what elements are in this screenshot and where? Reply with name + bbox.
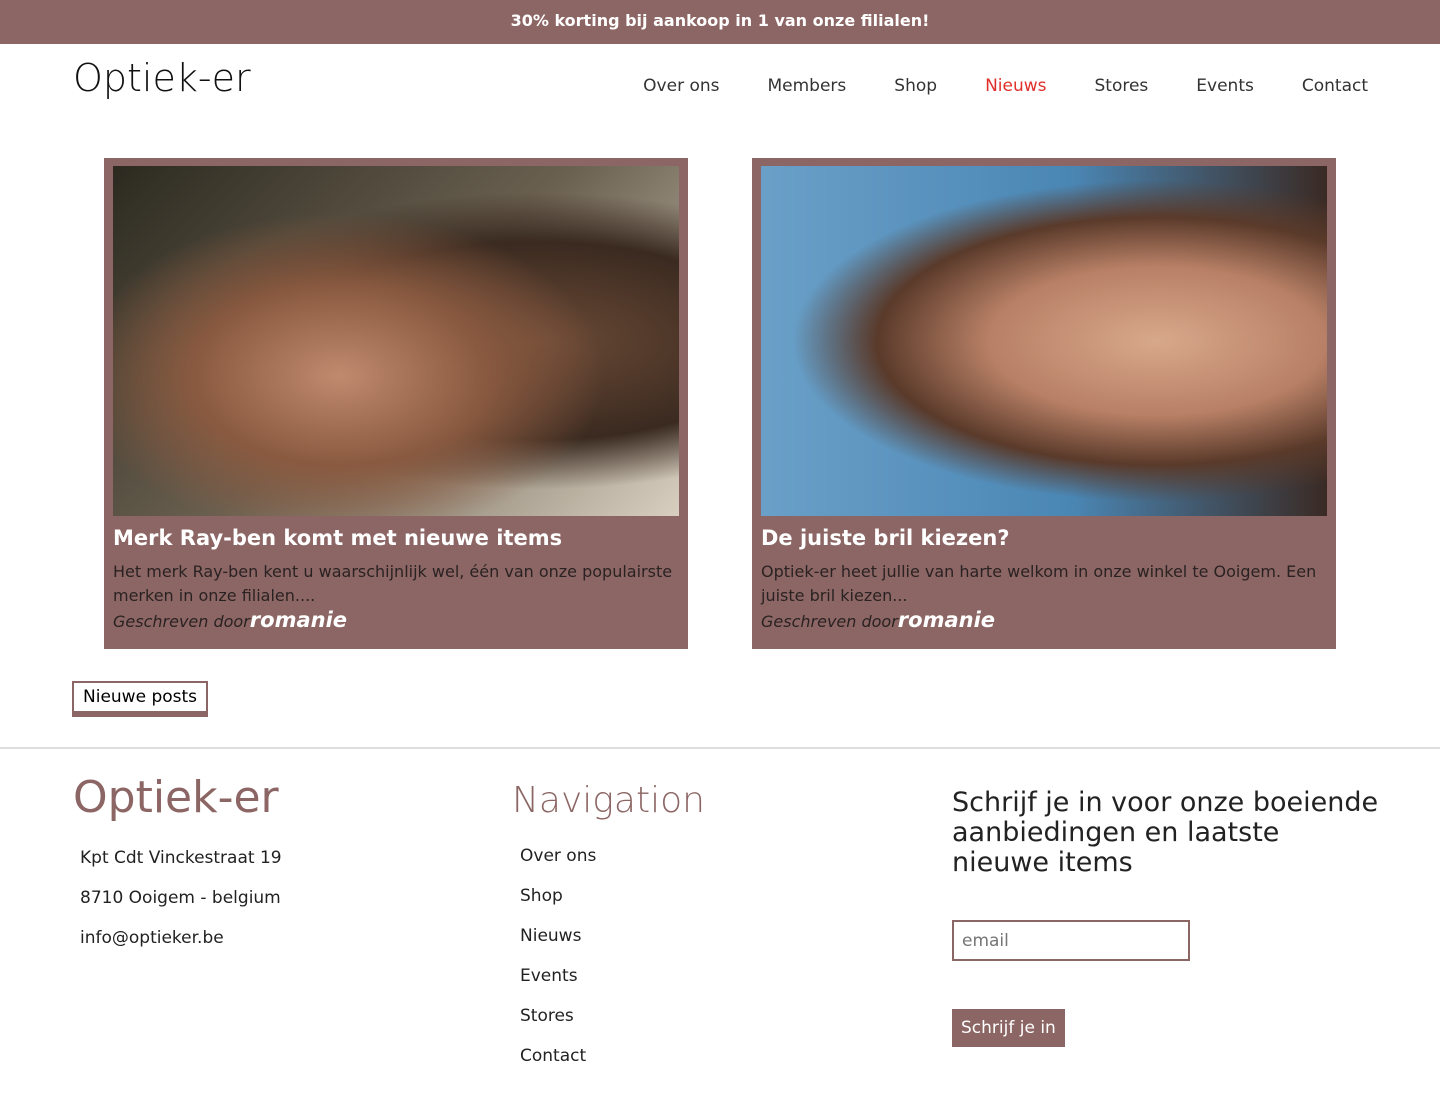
post-byline: Geschreven doorromanie [761,608,1327,632]
nav-over-ons[interactable]: Over ons [643,76,719,96]
subscribe-title: Schrijf je in voor onze boeiende aanbied… [952,787,1379,878]
byline-label: Geschreven door [113,612,250,631]
footer-nav-stores[interactable]: Stores [520,996,596,1036]
post-excerpt: Optiek-er heet jullie van harte welkom i… [761,562,1317,605]
footer-address: Kpt Cdt Vinckestraat 19 8710 Ooigem - be… [80,838,282,958]
post-excerpt: Het merk Ray-ben kent u waarschijnlijk w… [113,562,673,605]
address-street: Kpt Cdt Vinckestraat 19 [80,848,282,868]
main-nav: Over ons Members Shop Nieuws Stores Even… [643,76,1368,96]
footer-nav-nieuws[interactable]: Nieuws [520,916,596,956]
footer-nav-shop[interactable]: Shop [520,876,596,916]
nav-events[interactable]: Events [1196,76,1254,96]
post-card[interactable]: Merk Ray-ben komt met nieuwe items Het m… [104,158,688,649]
post-card[interactable]: De juiste bril kiezen? Optiek-er heet ju… [752,158,1336,649]
post-author: romanie [897,608,996,632]
promo-banner: 30% korting bij aankoop in 1 van onze fi… [0,0,1440,44]
post-image[interactable] [113,166,679,516]
nav-shop[interactable]: Shop [894,76,937,96]
nav-members[interactable]: Members [768,76,847,96]
footer-divider [0,747,1440,749]
nav-nieuws[interactable]: Nieuws [985,76,1046,96]
footer-nav-over-ons[interactable]: Over ons [520,836,596,876]
nav-contact[interactable]: Contact [1302,76,1368,96]
nav-stores[interactable]: Stores [1095,76,1149,96]
post-image[interactable] [761,166,1327,516]
footer-nav-title: Navigation [512,780,705,821]
address-city: 8710 Ooigem - belgium [80,888,281,908]
new-posts-button[interactable]: Nieuwe posts [72,681,209,717]
byline-label: Geschreven door [761,612,898,631]
footer-nav-contact[interactable]: Contact [520,1036,596,1076]
post-title[interactable]: De juiste bril kiezen? [761,526,1327,550]
footer-nav-events[interactable]: Events [520,956,596,996]
post-byline: Geschreven doorromanie [113,608,679,632]
footer-logo: Optiek-er [73,772,279,823]
email-input[interactable] [952,920,1190,961]
logo[interactable]: Optiek-er [73,56,251,100]
post-author: romanie [249,608,348,632]
address-email[interactable]: info@optieker.be [80,918,282,958]
subscribe-button[interactable]: Schrijf je in [952,1009,1065,1047]
post-title[interactable]: Merk Ray-ben komt met nieuwe items [113,526,679,550]
footer-nav: Over ons Shop Nieuws Events Stores Conta… [520,836,596,1076]
